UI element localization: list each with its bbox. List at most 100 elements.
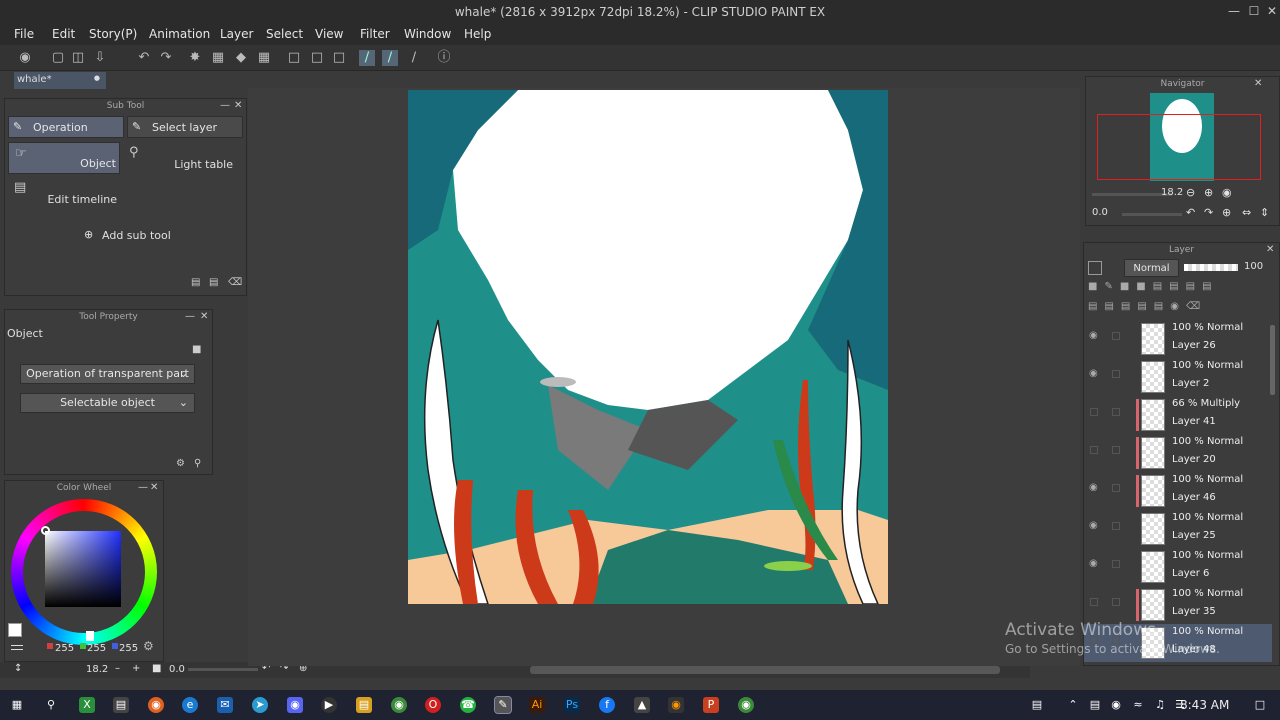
powerpoint-icon[interactable]: P [703, 697, 719, 713]
new-icon[interactable]: ▢ [50, 50, 66, 66]
panel-close-icon[interactable]: ✕ [1254, 78, 1262, 89]
visibility-checkbox[interactable] [1090, 446, 1098, 454]
volume-icon[interactable]: ♫ [1152, 697, 1168, 713]
navigator-viewport-frame[interactable] [1097, 114, 1261, 180]
delete-subtool-icon[interactable]: ⌫ [228, 277, 242, 288]
clip-studio-taskbar-icon[interactable]: ✎ [494, 696, 512, 714]
layer-row[interactable]: 100 % Normal Layer 20 [1084, 434, 1272, 472]
selectable-object-select[interactable]: Selectable object ⌄ [20, 393, 195, 413]
zoom-icon[interactable]: ⚲ [194, 458, 201, 469]
edit-lock-checkbox[interactable] [1112, 446, 1120, 454]
blend-mode-select[interactable]: Normal [1124, 259, 1179, 277]
artwork-canvas[interactable] [408, 90, 888, 604]
clip-studio-icon[interactable]: ◉ [17, 50, 33, 66]
file-explorer-icon[interactable]: ▤ [356, 697, 372, 713]
rotate-left-icon[interactable]: ↶ [1186, 206, 1195, 219]
visibility-icon[interactable]: ◉ [1089, 330, 1098, 341]
layer-action-icons[interactable]: ▤▤▤▤▤◉⌫ [1088, 301, 1276, 315]
keyboard-icon[interactable]: ▤ [1029, 697, 1045, 713]
copy-subtool-icon[interactable]: ▤ [191, 277, 200, 288]
object-subtool[interactable]: ☞ Object [8, 142, 120, 174]
visibility-icon[interactable]: ◉ [1089, 558, 1098, 569]
rotate-right-icon[interactable]: ↷ [1204, 206, 1213, 219]
flip-vertical-icon[interactable]: ⇕ [1260, 206, 1269, 219]
clock[interactable]: 8:43 AM [1180, 698, 1229, 712]
color-settings-icon[interactable]: ⚙ [143, 639, 154, 653]
menu-layer[interactable]: Layer [220, 27, 253, 41]
menu-window[interactable]: Window [404, 27, 451, 41]
redo-icon[interactable]: ↷ [158, 50, 174, 66]
tray-icon-1[interactable]: ▤ [1087, 697, 1103, 713]
opacity-slider[interactable] [1184, 264, 1238, 271]
edit-lock-checkbox[interactable] [1112, 408, 1120, 416]
excel-icon[interactable]: X [79, 697, 95, 713]
mail-icon[interactable]: ✉ [217, 697, 233, 713]
layer-row[interactable]: 66 % Multiply Layer 41 [1084, 396, 1272, 434]
navigator-zoom-slider[interactable] [1092, 193, 1172, 196]
close-icon[interactable]: ✕ [1264, 4, 1280, 20]
help-icon[interactable]: ⓘ [436, 50, 452, 66]
save-icon[interactable]: ⇩ [92, 50, 108, 66]
panel-minimize-icon[interactable]: — [220, 100, 230, 111]
panel-close-icon[interactable]: ✕ [1266, 244, 1274, 255]
lock-icon[interactable]: ■ [192, 344, 201, 355]
zoom-out-icon[interactable]: – [115, 663, 120, 674]
panel-minimize-icon[interactable]: — [185, 311, 195, 322]
menu-edit[interactable]: Edit [52, 27, 75, 41]
settings-icon[interactable]: ⚙ [176, 458, 185, 469]
new-subtool-icon[interactable]: ▤ [209, 277, 218, 288]
menu-help[interactable]: Help [464, 27, 491, 41]
light-table-subtool[interactable]: ⚲ Light table [123, 142, 233, 174]
edit-lock-checkbox[interactable] [1112, 560, 1120, 568]
tray-chevron-icon[interactable]: ⌃ [1065, 697, 1081, 713]
transparent-part-select[interactable]: Operation of transparent part ⌄ [20, 364, 195, 384]
saturation-value-square[interactable] [45, 531, 121, 607]
media-player-icon[interactable]: ▶ [321, 697, 337, 713]
maximize-icon[interactable]: ☐ [1246, 4, 1262, 20]
menu-filter[interactable]: Filter [360, 27, 390, 41]
whatsapp-icon[interactable]: ☎ [460, 697, 476, 713]
open-icon[interactable]: ◫ [70, 50, 86, 66]
selection-icon[interactable]: □ [331, 50, 347, 66]
visibility-icon[interactable]: ◉ [1089, 368, 1098, 379]
photoshop-icon[interactable]: Ps [564, 697, 580, 713]
menu-file[interactable]: File [14, 27, 34, 41]
actual-size-icon[interactable]: ◉ [1222, 186, 1232, 199]
edit-lock-checkbox[interactable] [1112, 332, 1120, 340]
facebook-icon[interactable]: f [599, 697, 615, 713]
fit-icon[interactable]: ■ [152, 663, 161, 674]
panel-close-icon[interactable]: ✕ [150, 482, 158, 493]
menu-view[interactable]: View [315, 27, 343, 41]
tab-close-icon[interactable]: ● [94, 74, 100, 82]
color-picker-handle[interactable] [41, 526, 50, 535]
fill-icon[interactable]: ▦ [210, 50, 226, 66]
invert-selection-icon[interactable]: □ [309, 50, 325, 66]
layer-row[interactable]: ◉ 100 % Normal Layer 25 [1084, 510, 1272, 548]
tray-icon-2[interactable]: ◉ [1108, 697, 1124, 713]
firefox-icon[interactable]: ◉ [148, 697, 164, 713]
clear-icon[interactable]: ✸ [187, 50, 203, 66]
chrome-icon[interactable]: ◉ [391, 697, 407, 713]
layer-row[interactable]: 100 % Normal Layer 35 [1084, 586, 1272, 624]
snap-ruler-icon[interactable]: ∕ [359, 50, 375, 66]
layer-toolbar-icons[interactable]: ■✎■■▤▤▤▤ [1088, 281, 1276, 295]
edit-lock-checkbox[interactable] [1112, 598, 1120, 606]
snap-special-ruler-icon[interactable]: ∕ [382, 50, 398, 66]
layer-row[interactable]: ◉ 100 % Normal Layer 2 [1084, 358, 1272, 396]
chrome-profile-icon[interactable]: ◉ [738, 697, 754, 713]
reset-rotation-icon[interactable]: ⊕ [1222, 206, 1231, 219]
layer-row[interactable]: ◉ 100 % Normal Layer 6 [1084, 548, 1272, 586]
panel-close-icon[interactable]: ✕ [234, 100, 242, 111]
edit-timeline-subtool[interactable]: ▤ Edit timeline [8, 177, 120, 209]
telegram-icon[interactable]: ➤ [252, 697, 268, 713]
search-icon[interactable]: ⚲ [43, 697, 59, 713]
menu-story[interactable]: Story(P) [89, 27, 137, 41]
visibility-checkbox[interactable] [1090, 408, 1098, 416]
snap-grid-icon[interactable]: ∕ [406, 50, 422, 66]
edit-lock-checkbox[interactable] [1112, 484, 1120, 492]
select-layer-tab[interactable]: ✎ Select layer [127, 116, 243, 138]
rotation-slider[interactable] [188, 668, 258, 671]
menu-animation[interactable]: Animation [149, 27, 210, 41]
visibility-icon[interactable]: ◉ [1089, 482, 1098, 493]
zoom-out-icon[interactable]: ⊖ [1186, 186, 1195, 199]
